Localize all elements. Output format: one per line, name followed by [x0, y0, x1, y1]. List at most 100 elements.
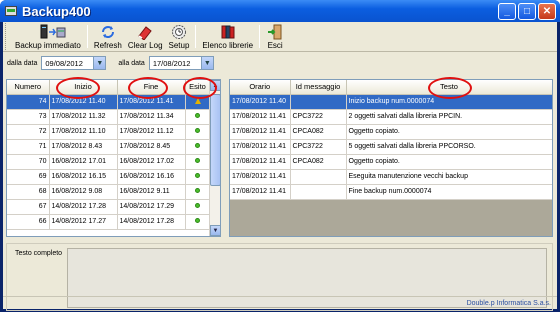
setup-button[interactable]: Setup [166, 23, 193, 50]
cell-inizio: 17/08/2012 11.40 [49, 94, 118, 110]
clear-log-label: Clear Log [127, 41, 163, 50]
table-row[interactable]: 17/08/2012 11.41 Fine backup num.0000074 [230, 184, 552, 200]
cell-esito [185, 94, 211, 110]
grid-header-row: Numero Inizio Fine Esito [7, 80, 211, 95]
table-row[interactable]: 17/08/2012 11.41 CPC3722 2 oggetti salvati… [230, 109, 552, 125]
exit-button[interactable]: Esci [263, 23, 287, 50]
table-row[interactable]: 70 16/08/2012 17.01 16/08/2012 17.02 [7, 154, 211, 170]
clear-log-button[interactable]: Clear Log [125, 23, 166, 50]
warning-icon [194, 97, 201, 104]
table-row[interactable]: 74 17/08/2012 11.40 17/08/2012 11.41 [7, 94, 211, 110]
success-icon [195, 158, 200, 163]
cell-orario: 17/08/2012 11.41 [230, 154, 291, 170]
toolbar-separator [86, 25, 88, 48]
table-row[interactable]: 17/08/2012 11.41 Eseguita manutenzione ve… [230, 169, 552, 185]
column-header-id-messaggio[interactable]: Id messaggio [290, 80, 347, 95]
exit-door-icon [266, 24, 284, 40]
cell-inizio: 16/08/2012 9.08 [49, 184, 118, 200]
cell-testo: Oggetto copiato. [346, 124, 552, 140]
toolbar-separator [195, 25, 197, 48]
title-bar[interactable]: Backup400 _ □ ✕ [0, 0, 560, 22]
chevron-down-icon[interactable]: ▼ [93, 57, 106, 69]
cell-numero: 73 [7, 109, 50, 125]
to-date-picker[interactable]: 17/08/2012 ▼ [148, 56, 214, 70]
from-date-picker[interactable]: 09/08/2012 ▼ [41, 56, 107, 70]
cell-id-messaggio: CPC3722 [290, 109, 347, 125]
server-backup-icon [39, 24, 66, 40]
table-row[interactable]: 73 17/08/2012 11.32 17/08/2012 11.34 [7, 109, 211, 125]
column-header-numero[interactable]: Numero [7, 80, 50, 95]
books-icon [219, 24, 237, 40]
success-icon [195, 173, 200, 178]
client-area: Backup immediato Refresh Clear Log Setup [3, 22, 557, 311]
table-row[interactable]: 69 16/08/2012 16.15 16/08/2012 16.16 [7, 169, 211, 185]
table-row[interactable]: 68 16/08/2012 9.08 16/08/2012 9.11 [7, 184, 211, 200]
cell-numero: 66 [7, 214, 50, 230]
cell-fine: 17/08/2012 11.41 [117, 94, 186, 110]
cell-orario: 17/08/2012 11.41 [230, 169, 291, 185]
minimize-button[interactable]: _ [498, 2, 516, 20]
scrollbar-thumb[interactable] [210, 94, 220, 186]
grid-header-row: Orario Id messaggio Testo [230, 80, 552, 95]
cell-esito [185, 184, 211, 200]
cell-id-messaggio: CPC3722 [290, 139, 347, 155]
column-header-fine[interactable]: Fine [117, 80, 186, 95]
to-date-value: 17/08/2012 [152, 58, 191, 68]
cell-fine: 16/08/2012 16.16 [117, 169, 186, 185]
message-log-grid[interactable]: Orario Id messaggio Testo 17/08/2012 11.… [229, 79, 553, 237]
chevron-down-icon[interactable]: ▼ [200, 57, 213, 69]
refresh-label: Refresh [93, 41, 122, 50]
cell-id-messaggio [290, 94, 347, 110]
toolbar: Backup immediato Refresh Clear Log Setup [3, 22, 557, 52]
cell-numero: 67 [7, 199, 50, 215]
cell-fine: 17/08/2012 11.34 [117, 109, 186, 125]
library-list-button[interactable]: Elenco librerie [199, 23, 256, 50]
scroll-down-icon[interactable]: ▼ [210, 225, 220, 236]
eraser-icon [136, 24, 154, 41]
from-date-value: 09/08/2012 [45, 58, 83, 68]
column-header-testo[interactable]: Testo [346, 80, 552, 95]
cell-inizio: 17/08/2012 8.43 [49, 139, 118, 155]
backup-list-scrollbar[interactable]: ▲ ▼ [209, 80, 220, 236]
maximize-button[interactable]: □ [518, 2, 536, 20]
table-row[interactable]: 72 17/08/2012 11.10 17/08/2012 11.12 [7, 124, 211, 140]
column-header-orario[interactable]: Orario [230, 80, 291, 95]
success-icon [195, 128, 200, 133]
table-row[interactable]: 71 17/08/2012 8.43 17/08/2012 8.45 [7, 139, 211, 155]
close-button[interactable]: ✕ [538, 2, 556, 20]
column-header-esito[interactable]: Esito [185, 80, 211, 95]
cell-fine: 16/08/2012 9.11 [117, 184, 186, 200]
cell-id-messaggio [290, 169, 347, 185]
backup-now-button[interactable]: Backup immediato [12, 23, 84, 50]
table-row[interactable]: 66 14/08/2012 17.27 14/08/2012 17.28 [7, 214, 211, 230]
table-row[interactable]: 17/08/2012 11.41 CPC3722 5 oggetti salvati… [230, 139, 552, 155]
table-row[interactable]: 17/08/2012 11.41 CPCA082 Oggetto copiato. [230, 124, 552, 140]
toolbar-grip[interactable] [5, 23, 9, 50]
cell-orario: 17/08/2012 11.41 [230, 184, 291, 200]
refresh-button[interactable]: Refresh [91, 23, 125, 50]
cell-id-messaggio: CPCA082 [290, 154, 347, 170]
app-window: Backup400 _ □ ✕ Backup immediato Refresh [0, 0, 560, 312]
backup-list-grid[interactable]: Numero Inizio Fine Esito 74 17/08/2012 11… [6, 79, 221, 237]
column-header-inizio[interactable]: Inizio [49, 80, 118, 95]
backup-now-label: Backup immediato [15, 41, 81, 50]
cell-inizio: 17/08/2012 11.10 [49, 124, 118, 140]
cell-testo: Oggetto copiato. [346, 154, 552, 170]
backup-app-icon [4, 4, 18, 18]
cell-numero: 68 [7, 184, 50, 200]
setup-label: Setup [168, 41, 190, 50]
cell-esito [185, 199, 211, 215]
company-name: Double.p Informatica S.a.s. [466, 299, 551, 307]
table-row[interactable]: 17/08/2012 11.40 Inizio backup num.000007… [230, 94, 552, 110]
cell-fine: 16/08/2012 17.02 [117, 154, 186, 170]
cell-numero: 72 [7, 124, 50, 140]
cell-esito [185, 139, 211, 155]
success-icon [195, 143, 200, 148]
cell-testo: Eseguita manutenzione vecchi backup [346, 169, 552, 185]
scroll-up-icon[interactable]: ▲ [210, 80, 220, 91]
cell-inizio: 14/08/2012 17.27 [49, 214, 118, 230]
table-row[interactable]: 67 14/08/2012 17.28 14/08/2012 17.29 [7, 199, 211, 215]
table-row[interactable]: 17/08/2012 11.41 CPCA082 Oggetto copiato. [230, 154, 552, 170]
full-text-label: Testo completo [15, 250, 63, 257]
cell-numero: 69 [7, 169, 50, 185]
